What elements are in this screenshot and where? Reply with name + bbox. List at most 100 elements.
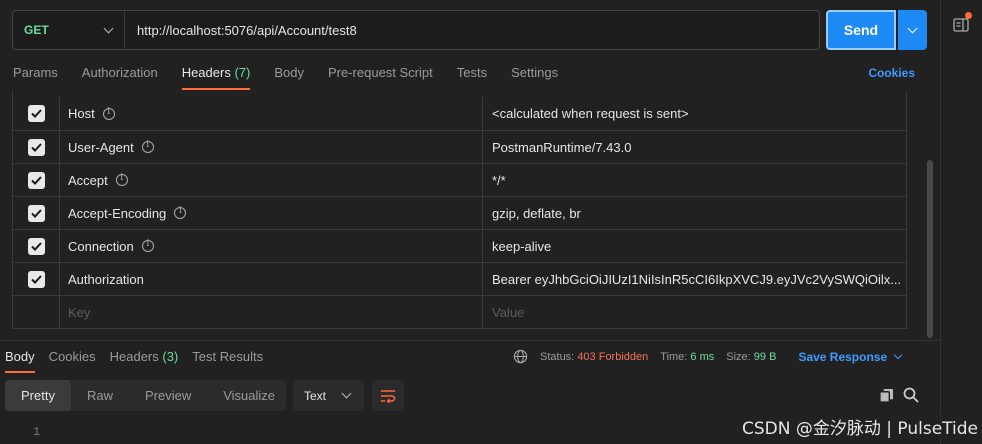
- chevron-down-icon: [103, 23, 114, 33]
- view-pretty[interactable]: Pretty: [5, 380, 71, 411]
- tab-response-body[interactable]: Body: [0, 341, 42, 373]
- tab-test-results[interactable]: Test Results: [185, 341, 270, 373]
- info-icon[interactable]: [141, 140, 154, 153]
- method-label: GET: [24, 23, 49, 37]
- cookies-link[interactable]: Cookies: [868, 66, 915, 80]
- header-checkbox[interactable]: [27, 105, 45, 122]
- check-icon: [30, 208, 42, 218]
- tab-tests[interactable]: Tests: [445, 60, 499, 90]
- globe-icon[interactable]: [513, 349, 528, 364]
- tab-settings[interactable]: Settings: [499, 60, 570, 90]
- headers-table: Host <calculated when request is sent> U…: [12, 90, 907, 329]
- info-panel-icon[interactable]: [953, 17, 969, 33]
- header-key: Accept-Encoding: [68, 205, 167, 221]
- info-icon[interactable]: [102, 107, 115, 120]
- method-select[interactable]: GET: [13, 11, 125, 49]
- tab-count: (7): [234, 65, 251, 80]
- send-button[interactable]: Send: [826, 10, 896, 50]
- table-row: Accept-Encoding gzip, deflate, br: [13, 196, 906, 229]
- view-raw[interactable]: Raw: [71, 380, 129, 411]
- key-input[interactable]: Key: [60, 296, 483, 328]
- table-row: Connection keep-alive: [13, 229, 906, 262]
- header-key: User-Agent: [68, 139, 134, 155]
- tab-response-headers[interactable]: Headers (3): [103, 341, 186, 373]
- send-options-button[interactable]: [898, 10, 927, 50]
- tab-authorization[interactable]: Authorization: [70, 60, 170, 90]
- tab-label: Headers: [109, 348, 159, 364]
- info-icon[interactable]: [115, 173, 128, 186]
- chevron-down-icon: [907, 23, 918, 33]
- info-icon[interactable]: [174, 206, 187, 219]
- tab-label: Test Results: [192, 348, 264, 364]
- request-tabs: Params Authorization Headers (7) Body Pr…: [0, 60, 930, 90]
- status-label: Status:: [540, 350, 575, 363]
- size-value: 99 B: [753, 350, 777, 363]
- wrap-icon: [381, 389, 396, 403]
- tab-label: Params: [13, 65, 58, 80]
- header-value: */*: [492, 172, 506, 188]
- header-key: Authorization: [68, 271, 144, 287]
- table-row: Accept */*: [13, 163, 906, 196]
- header-checkbox[interactable]: [27, 204, 45, 222]
- view-mode-bar: Pretty Raw Preview Visualize: [5, 380, 286, 411]
- header-value: <calculated when request is sent>: [492, 106, 689, 121]
- check-icon: [30, 274, 42, 284]
- wrap-lines-button[interactable]: [372, 380, 404, 411]
- check-icon: [30, 241, 42, 251]
- tab-label: Body: [274, 65, 304, 80]
- tab-label: Settings: [511, 65, 559, 80]
- header-key: Connection: [68, 238, 134, 254]
- table-row: User-Agent PostmanRuntime/7.43.0: [13, 130, 906, 163]
- info-icon[interactable]: [141, 239, 154, 252]
- chevron-down-icon: [893, 350, 903, 359]
- tab-body[interactable]: Body: [262, 60, 316, 90]
- tab-label: Tests: [456, 65, 488, 80]
- tab-label: Authorization: [81, 65, 158, 80]
- notification-dot: [965, 12, 972, 19]
- chevron-down-icon: [341, 388, 352, 399]
- table-row-new: Key Value: [13, 295, 906, 328]
- tab-label: Headers: [181, 65, 231, 80]
- copy-icon[interactable]: [879, 388, 894, 403]
- watermark: CSDN @金汐脉动 | PulseTide: [741, 414, 978, 439]
- view-preview[interactable]: Preview: [129, 380, 207, 411]
- tab-count: (3): [162, 348, 179, 364]
- header-key: Host: [68, 106, 95, 121]
- table-row: Authorization Bearer eyJhbGciOiJIUzI1NiI…: [13, 262, 906, 295]
- header-checkbox[interactable]: [27, 171, 45, 189]
- view-visualize[interactable]: Visualize: [207, 380, 291, 411]
- tab-label: Body: [5, 348, 35, 364]
- search-icon[interactable]: [903, 387, 919, 403]
- header-key: Accept: [68, 172, 108, 188]
- header-checkbox[interactable]: [27, 270, 45, 288]
- time-value: 6 ms: [690, 350, 715, 363]
- right-sidebar: [940, 0, 982, 444]
- tab-pre-request-script[interactable]: Pre-request Script: [316, 60, 445, 90]
- header-value: gzip, deflate, br: [492, 205, 581, 221]
- save-response-button[interactable]: Save Response: [798, 350, 903, 364]
- check-icon: [30, 109, 42, 118]
- format-label: Text: [304, 388, 327, 403]
- check-icon: [30, 175, 42, 185]
- tab-label: Cookies: [48, 348, 96, 364]
- response-meta: Status: 403 Forbidden Time: 6 ms Size: 9…: [513, 349, 903, 364]
- url-input[interactable]: [125, 11, 819, 49]
- tab-headers[interactable]: Headers (7): [170, 60, 263, 90]
- tab-label: Pre-request Script: [327, 65, 433, 80]
- url-bar: GET: [12, 10, 820, 50]
- time-label: Time:: [660, 350, 688, 363]
- header-checkbox[interactable]: [27, 138, 45, 156]
- size-label: Size:: [726, 350, 751, 363]
- header-value: PostmanRuntime/7.43.0: [492, 139, 632, 155]
- header-value: keep-alive: [492, 238, 552, 254]
- header-checkbox[interactable]: [27, 237, 45, 255]
- header-value: Bearer eyJhbGciOiJIUzI1NiIsInR5cCI6IkpXV…: [492, 271, 902, 287]
- tab-params[interactable]: Params: [0, 60, 70, 90]
- format-select[interactable]: Text: [293, 380, 364, 411]
- table-row: Host <calculated when request is sent>: [13, 90, 906, 130]
- value-input[interactable]: Value: [483, 296, 906, 328]
- tab-response-cookies[interactable]: Cookies: [42, 341, 103, 373]
- line-number: 1: [33, 425, 41, 439]
- status-value: 403 Forbidden: [577, 350, 649, 363]
- scrollbar[interactable]: [927, 160, 933, 338]
